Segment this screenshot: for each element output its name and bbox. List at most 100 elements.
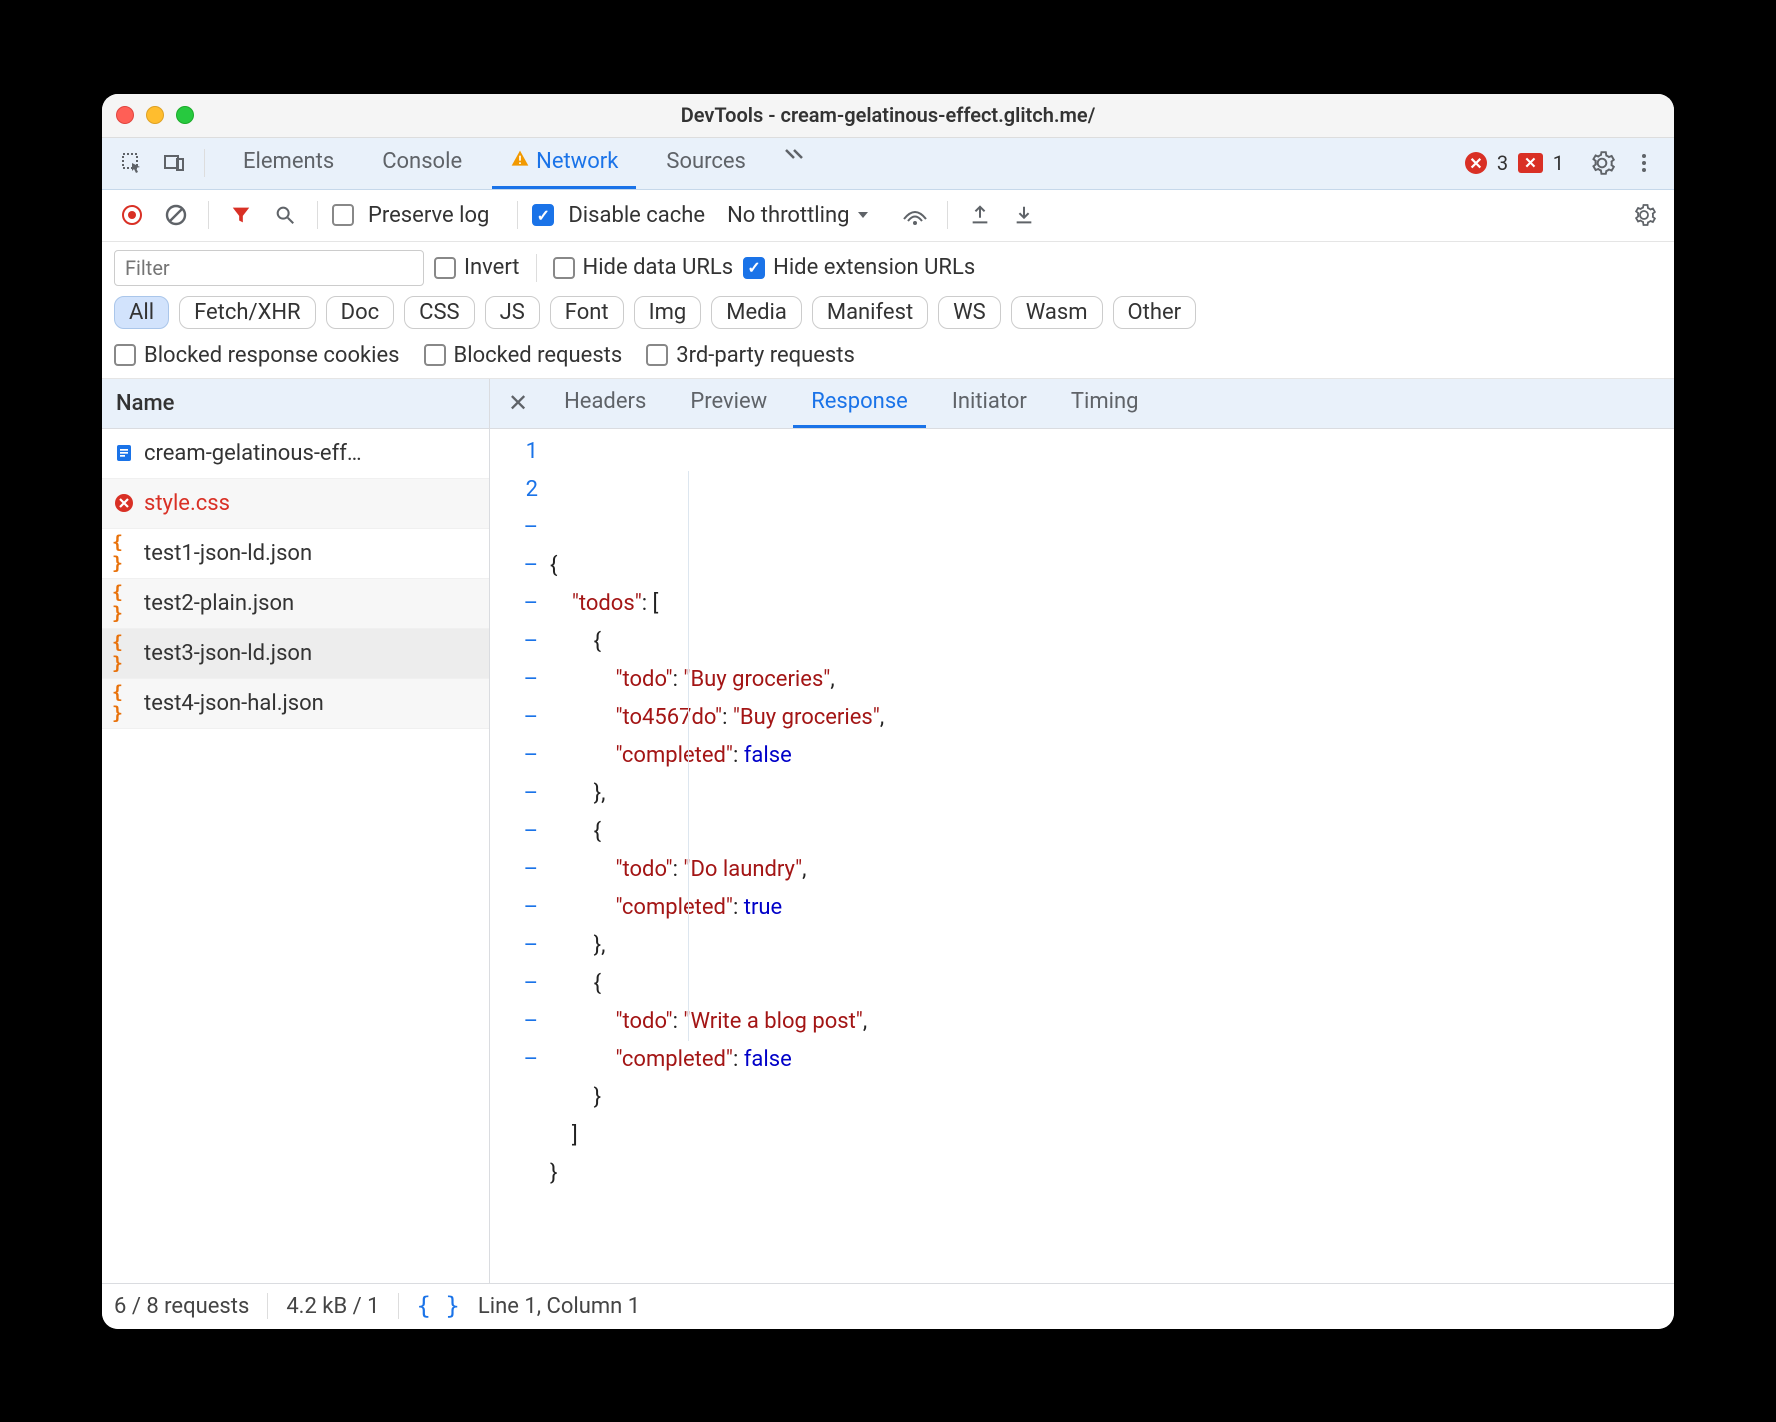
hide-data-urls-label: Hide data URLs (583, 255, 734, 280)
chip-doc[interactable]: Doc (326, 296, 395, 329)
tab-response[interactable]: Response (793, 379, 926, 428)
request-list: cream-gelatinous-eff… style.css { } test1-j… (102, 429, 489, 1283)
zoom-window-button[interactable] (176, 106, 194, 124)
issue-count: 1 (1553, 151, 1564, 175)
tab-preview[interactable]: Preview (672, 379, 785, 428)
blocked-requests-label: Blocked requests (454, 343, 623, 368)
status-size: 4.2 kB / 1 (286, 1294, 379, 1319)
search-icon[interactable] (267, 197, 303, 233)
request-row[interactable]: { } test3-json-ld.json (102, 629, 489, 679)
error-circle-icon: ✕ (1465, 152, 1487, 174)
more-tabs-icon[interactable] (776, 138, 816, 174)
disable-cache-checkbox[interactable] (532, 204, 554, 226)
chip-all[interactable]: All (114, 296, 169, 329)
json-icon: { } (112, 641, 136, 665)
chip-other[interactable]: Other (1113, 296, 1197, 329)
status-bar: 6 / 8 requests 4.2 kB / 1 { } Line 1, Co… (102, 1283, 1674, 1329)
devtools-window: DevTools - cream-gelatinous-effect.glitc… (102, 94, 1674, 1329)
name-column-header[interactable]: Name (102, 379, 489, 429)
status-cursor: Line 1, Column 1 (478, 1294, 640, 1319)
chip-font[interactable]: Font (550, 296, 624, 329)
chip-js[interactable]: JS (485, 296, 540, 329)
chip-css[interactable]: CSS (404, 296, 474, 329)
tab-network[interactable]: Network (492, 138, 636, 189)
request-name: test2-plain.json (144, 591, 294, 616)
request-row[interactable]: { } test1-json-ld.json (102, 529, 489, 579)
warning-icon (510, 149, 530, 175)
status-requests: 6 / 8 requests (114, 1294, 249, 1319)
upload-har-icon[interactable] (962, 197, 998, 233)
tab-initiator[interactable]: Initiator (934, 379, 1045, 428)
third-party-checkbox[interactable] (646, 344, 668, 366)
main-tab-bar: Elements Console Network Sources ✕ 3 ✕ 1 (102, 138, 1674, 190)
kebab-menu-icon[interactable] (1626, 145, 1662, 181)
error-indicators[interactable]: ✕ 3 ✕ 1 (1465, 151, 1564, 175)
request-name: cream-gelatinous-eff… (144, 441, 362, 466)
invert-label: Invert (464, 255, 520, 280)
window-title: DevTools - cream-gelatinous-effect.glitc… (681, 103, 1096, 127)
minimize-window-button[interactable] (146, 106, 164, 124)
tab-console[interactable]: Console (364, 138, 480, 189)
line-gutter: 12––––––––––––––– (490, 433, 550, 1283)
invert-checkbox[interactable] (434, 257, 456, 279)
download-har-icon[interactable] (1006, 197, 1042, 233)
inspect-element-icon[interactable] (114, 145, 150, 181)
tab-sources[interactable]: Sources (648, 138, 764, 189)
json-icon: { } (112, 541, 136, 565)
filter-input[interactable] (114, 250, 424, 286)
chip-manifest[interactable]: Manifest (812, 296, 928, 329)
request-name: test3-json-ld.json (144, 641, 312, 666)
network-toolbar: Preserve log Disable cache No throttling (102, 190, 1674, 242)
code-lines: { "todos": [ { "todo": "Buy groceries", … (550, 433, 1674, 1283)
close-window-button[interactable] (116, 106, 134, 124)
hide-data-urls-checkbox[interactable] (553, 257, 575, 279)
extra-filter-row: Blocked response cookies Blocked request… (102, 337, 1674, 379)
chip-media[interactable]: Media (711, 296, 802, 329)
body: Name cream-gelatinous-eff… style.css { } te… (102, 379, 1674, 1283)
chip-img[interactable]: Img (634, 296, 702, 329)
request-row[interactable]: style.css (102, 479, 489, 529)
detail-panel: ✕ Headers Preview Response Initiator Tim… (490, 379, 1674, 1283)
chip-ws[interactable]: WS (938, 296, 1001, 329)
json-icon: { } (112, 591, 136, 615)
detail-tab-bar: ✕ Headers Preview Response Initiator Tim… (490, 379, 1674, 429)
document-icon (112, 441, 136, 465)
network-conditions-icon[interactable] (897, 197, 933, 233)
error-icon (112, 491, 136, 515)
clear-button[interactable] (158, 197, 194, 233)
request-name: style.css (144, 491, 230, 516)
titlebar: DevTools - cream-gelatinous-effect.glitc… (102, 94, 1674, 138)
hide-ext-urls-checkbox[interactable] (743, 257, 765, 279)
blocked-requests-checkbox[interactable] (424, 344, 446, 366)
request-list-panel: Name cream-gelatinous-eff… style.css { } te… (102, 379, 490, 1283)
blocked-cookies-checkbox[interactable] (114, 344, 136, 366)
tab-elements[interactable]: Elements (225, 138, 352, 189)
record-button[interactable] (114, 197, 150, 233)
device-toolbar-icon[interactable] (156, 145, 192, 181)
tab-timing[interactable]: Timing (1053, 379, 1157, 428)
hide-ext-urls-label: Hide extension URLs (773, 255, 975, 280)
filter-icon[interactable] (223, 197, 259, 233)
chip-fetch-xhr[interactable]: Fetch/XHR (179, 296, 316, 329)
preserve-log-label: Preserve log (368, 203, 489, 228)
pretty-print-icon[interactable]: { } (417, 1292, 460, 1320)
network-settings-gear-icon[interactable] (1626, 197, 1662, 233)
preserve-log-checkbox[interactable] (332, 204, 354, 226)
tab-headers[interactable]: Headers (546, 379, 664, 428)
request-name: test1-json-ld.json (144, 541, 312, 566)
type-filter-row: All Fetch/XHR Doc CSS JS Font Img Media … (102, 291, 1674, 337)
traffic-lights (116, 106, 194, 124)
filter-row: Invert Hide data URLs Hide extension URL… (102, 242, 1674, 291)
request-row[interactable]: cream-gelatinous-eff… (102, 429, 489, 479)
close-detail-icon[interactable]: ✕ (498, 389, 538, 417)
response-body[interactable]: 12––––––––––––––– { "todos": [ { "todo":… (490, 429, 1674, 1283)
third-party-label: 3rd-party requests (676, 343, 855, 368)
blocked-cookies-label: Blocked response cookies (144, 343, 400, 368)
request-name: test4-json-hal.json (144, 691, 324, 716)
throttling-select[interactable]: No throttling (727, 203, 871, 228)
settings-gear-icon[interactable] (1584, 145, 1620, 181)
json-icon: { } (112, 691, 136, 715)
chip-wasm[interactable]: Wasm (1011, 296, 1103, 329)
request-row[interactable]: { } test4-json-hal.json (102, 679, 489, 729)
request-row[interactable]: { } test2-plain.json (102, 579, 489, 629)
